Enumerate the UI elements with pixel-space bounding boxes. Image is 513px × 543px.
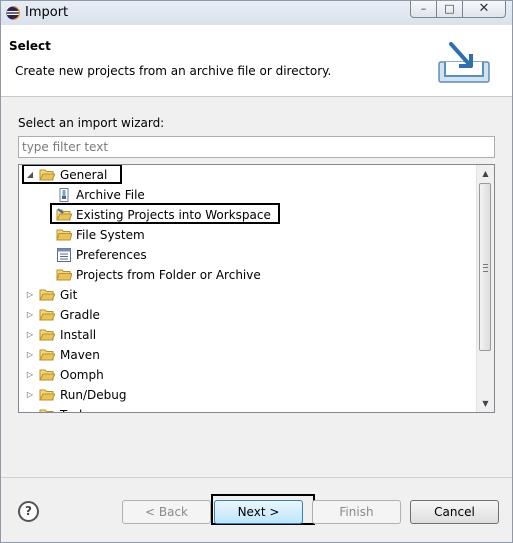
- wizard-content: Select an import wizard: ◢ General: [1, 97, 512, 477]
- wizard-header: Select Create new projects from an archi…: [1, 25, 512, 97]
- expand-icon[interactable]: ▷: [25, 385, 35, 405]
- expand-icon[interactable]: ▷: [25, 305, 35, 325]
- tree-item-label: File System: [76, 228, 145, 242]
- tree-item-label: Run/Debug: [60, 388, 127, 402]
- wizard-tree[interactable]: ◢ General Archive File Existing Projects…: [18, 164, 495, 413]
- general-highlight-box: [22, 165, 122, 184]
- wizard-list-label: Select an import wizard:: [18, 116, 165, 130]
- back-button[interactable]: < Back: [122, 500, 211, 524]
- import-wizard-banner-icon: [438, 42, 490, 83]
- minimize-button[interactable]: –: [410, 1, 437, 18]
- expand-icon[interactable]: ▷: [25, 285, 35, 305]
- expand-icon[interactable]: ▷: [25, 345, 35, 365]
- preferences-icon: [57, 248, 71, 262]
- scroll-thumb[interactable]: [479, 183, 491, 351]
- close-button[interactable]: ✕: [462, 1, 506, 18]
- archive-file-icon: [59, 188, 69, 202]
- tree-item-label: Preferences: [76, 248, 147, 262]
- help-button[interactable]: ?: [18, 501, 39, 522]
- folder-icon: [39, 389, 55, 401]
- folder-icon: [39, 309, 55, 321]
- expand-icon[interactable]: ▷: [25, 325, 35, 345]
- tree-item-label: Oomph: [60, 368, 104, 382]
- filter-input[interactable]: [18, 136, 495, 158]
- tree-item-label: Gradle: [60, 308, 100, 322]
- folder-icon: [39, 289, 55, 301]
- expand-icon[interactable]: ▷: [25, 405, 35, 412]
- scroll-up-arrow-icon[interactable]: ▲: [477, 165, 494, 182]
- tree-item-label: Git: [60, 288, 78, 302]
- scroll-grip-icon: [483, 264, 488, 272]
- next-button[interactable]: Next >: [214, 500, 303, 524]
- tree-item-label: Archive File: [76, 188, 145, 202]
- tree-item-label: Projects from Folder or Archive: [76, 268, 261, 282]
- folder-icon: [39, 329, 55, 341]
- eclipse-icon: [6, 6, 20, 20]
- footer-separator: [1, 477, 512, 478]
- maximize-button[interactable]: □: [436, 1, 463, 18]
- folder-icon: [39, 349, 55, 361]
- window-title: Import: [25, 5, 69, 20]
- import-dialog: Import – □ ✕ Select Create new projects …: [0, 0, 513, 543]
- page-title: Select: [9, 39, 51, 53]
- folder-icon: [39, 409, 54, 412]
- folder-icon: [39, 369, 55, 381]
- folder-icon: [56, 229, 72, 241]
- tree-item-label: Maven: [60, 348, 100, 362]
- cancel-button[interactable]: Cancel: [410, 500, 499, 524]
- tree-scrollbar[interactable]: ▲ ▼: [476, 165, 494, 412]
- folder-icon: [56, 269, 72, 281]
- tree-item-label: Install: [60, 328, 97, 342]
- selection-highlight-box: [50, 203, 280, 224]
- page-description: Create new projects from an archive file…: [15, 64, 332, 78]
- tree-item-label: Tasks: [60, 405, 92, 412]
- finish-button[interactable]: Finish: [312, 500, 401, 524]
- title-bar[interactable]: Import – □ ✕: [1, 1, 512, 25]
- expand-icon[interactable]: ▷: [25, 365, 35, 385]
- scroll-down-arrow-icon[interactable]: ▼: [477, 395, 494, 412]
